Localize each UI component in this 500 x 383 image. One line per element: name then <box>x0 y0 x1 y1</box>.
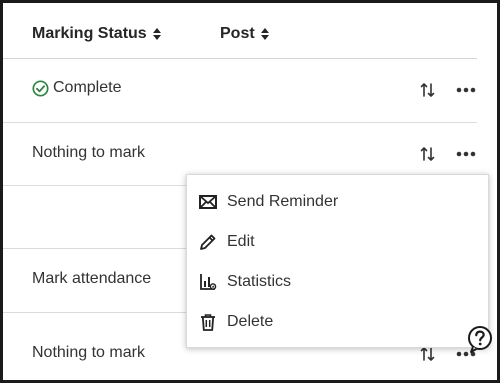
marking-status: Nothing to mark <box>32 144 145 162</box>
menu-item-send-reminder[interactable]: Send Reminder <box>187 184 488 220</box>
menu-item-label: Statistics <box>227 273 292 290</box>
reorder-icon[interactable] <box>420 146 436 162</box>
menu-item-label: Delete <box>227 313 274 330</box>
marking-status: Mark attendance <box>32 270 151 288</box>
statistics-icon <box>200 274 217 290</box>
menu-item-label: Edit <box>227 233 255 250</box>
column-header-marking-status-label: Marking Status <box>32 25 147 42</box>
sort-icon <box>152 28 161 40</box>
table-row: Complete <box>3 58 477 123</box>
marking-status-label: Mark attendance <box>32 270 152 287</box>
column-header-post[interactable]: Post <box>220 25 269 43</box>
column-header-marking-status[interactable]: Marking Status <box>32 25 161 43</box>
more-options-icon[interactable] <box>456 151 476 157</box>
marking-status: Complete <box>32 79 121 97</box>
more-options-icon[interactable] <box>456 87 476 93</box>
check-circle-icon <box>32 79 49 97</box>
sort-icon <box>260 28 269 40</box>
menu-item-statistics[interactable]: Statistics <box>187 264 488 300</box>
app-frame: Marking Status Post Complete Nothing to … <box>0 0 500 383</box>
context-menu: Send Reminder Edit Statistics Delete <box>186 174 489 348</box>
envelope-icon <box>199 195 217 209</box>
marking-status-label: Nothing to mark <box>32 144 145 161</box>
reorder-icon[interactable] <box>420 346 436 362</box>
menu-item-delete[interactable]: Delete <box>187 304 488 340</box>
menu-item-edit[interactable]: Edit <box>187 224 488 260</box>
menu-item-label: Send Reminder <box>227 193 339 210</box>
row-actions <box>420 82 476 98</box>
marking-status-label: Complete <box>53 79 122 96</box>
trash-icon <box>201 314 215 331</box>
reorder-icon[interactable] <box>420 82 436 98</box>
pencil-icon <box>200 234 216 250</box>
column-header-post-label: Post <box>220 25 255 42</box>
marking-status-label: Nothing to mark <box>32 344 145 361</box>
help-icon[interactable] <box>465 324 495 354</box>
table-header: Marking Status Post <box>3 3 477 59</box>
row-actions <box>420 146 476 162</box>
marking-status: Nothing to mark <box>32 344 145 362</box>
